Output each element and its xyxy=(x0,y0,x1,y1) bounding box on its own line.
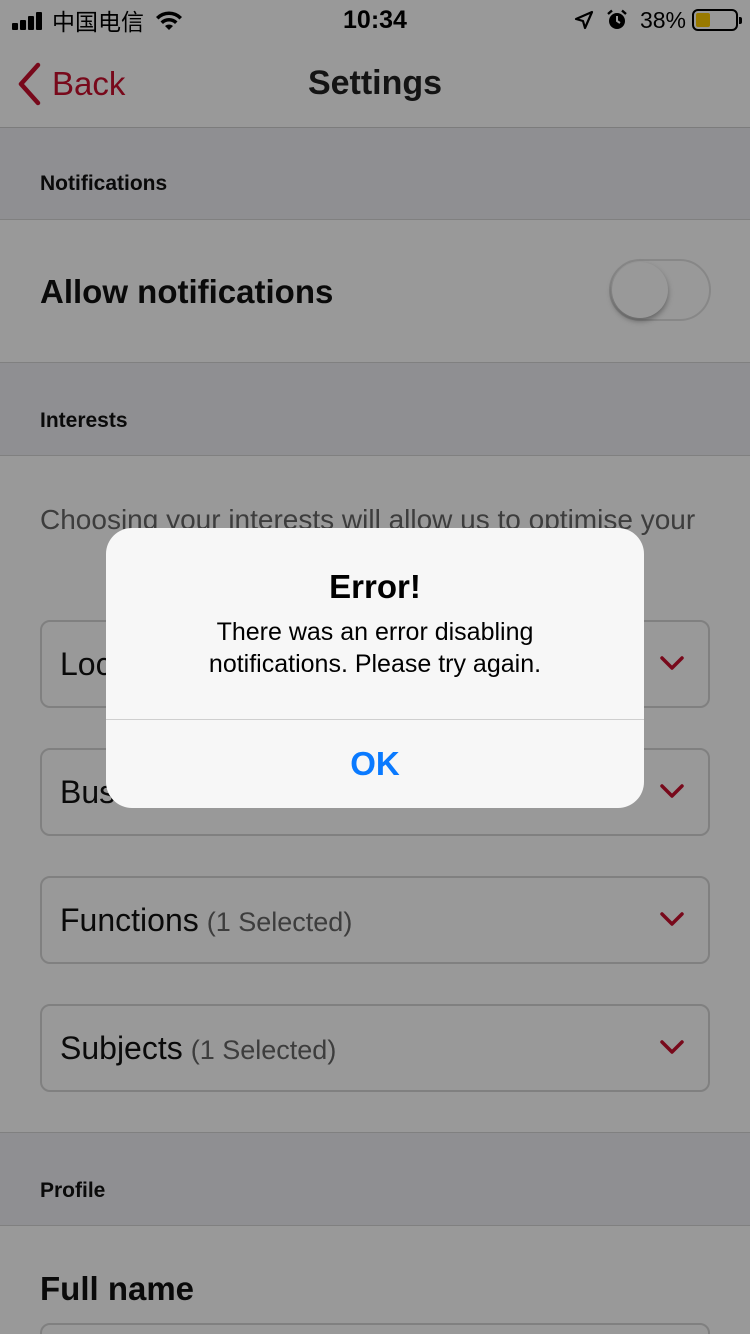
alert-title: Error! xyxy=(329,568,421,605)
alert-message: There was an error disabling notificatio… xyxy=(208,618,542,678)
alert-ok-button[interactable]: OK xyxy=(106,720,644,808)
error-alert-dialog: Error! There was an error disabling noti… xyxy=(106,528,644,808)
